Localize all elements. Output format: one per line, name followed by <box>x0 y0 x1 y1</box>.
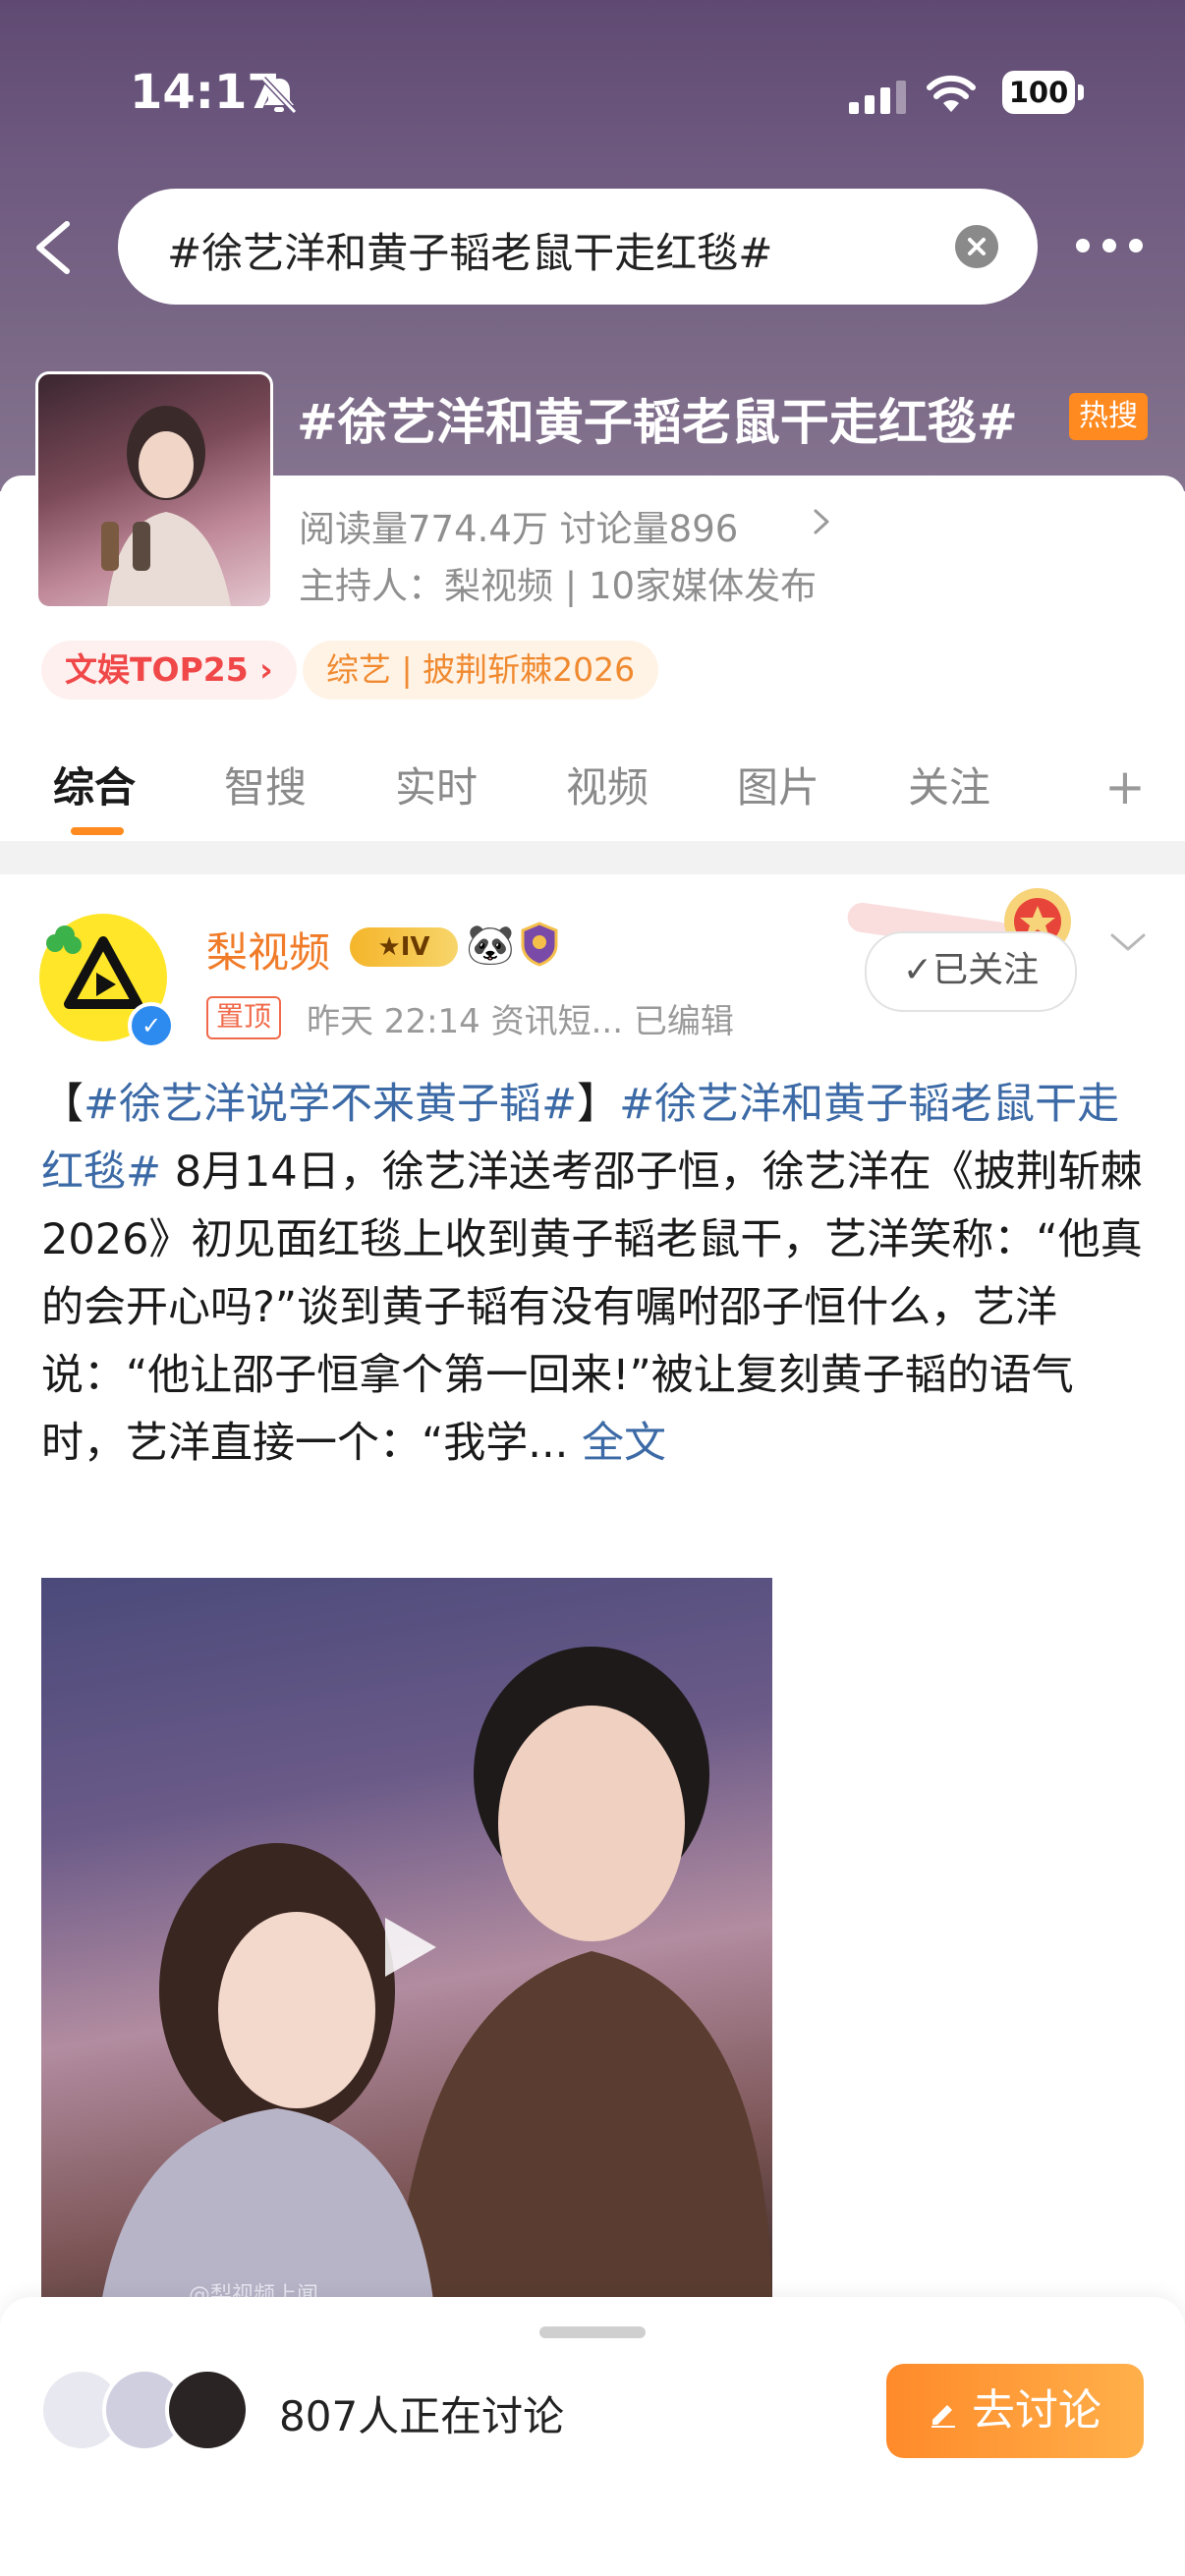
search-input[interactable]: #徐艺洋和黄子韬老鼠干走红毯# <box>167 220 772 280</box>
status-bar: 14:17 100 <box>0 61 1185 130</box>
topic-host: 主持人：梨视频 | 10家媒体发布 <box>299 565 818 607</box>
go-discuss-button[interactable]: 去讨论 <box>886 2364 1144 2458</box>
tab-following[interactable]: 关注 <box>908 755 990 814</box>
battery-nub <box>1078 84 1084 100</box>
active-tab-indicator <box>71 827 124 835</box>
clear-search-icon[interactable] <box>955 225 998 268</box>
battery-indicator: 100 <box>1002 71 1075 114</box>
chevron-down-icon[interactable] <box>1108 929 1148 955</box>
category-tag[interactable]: 综艺 | 披荆斩棘2026 <box>303 641 659 700</box>
chevron-right-icon[interactable] <box>810 505 833 538</box>
wifi-icon <box>927 75 976 112</box>
bracket-open: 【 <box>41 1080 84 1129</box>
pencil-icon <box>931 2405 955 2428</box>
more-options-icon[interactable] <box>1075 236 1144 255</box>
level-badge: ★IV <box>350 927 458 967</box>
go-discuss-label[interactable]: 去讨论 <box>972 2385 1101 2436</box>
post-meta: 昨天 22:14 资讯短... 已编辑 <box>307 1002 734 1041</box>
tab-images[interactable]: 图片 <box>737 755 819 814</box>
tab-smart-search[interactable]: 智搜 <box>224 755 307 814</box>
add-tab-icon[interactable]: + <box>1104 758 1146 815</box>
following-button[interactable]: ✓已关注 <box>865 931 1077 1012</box>
post-text: 【#徐艺洋说学不来黄子韬#】#徐艺洋和黄子韬老鼠干走红毯# 8月14日，徐艺洋送… <box>41 1071 1150 1478</box>
shield-badge-icon <box>521 922 558 967</box>
bottom-discussion-bar: 807人正在讨论 去讨论 <box>0 2297 1185 2576</box>
bracket-close: 】 <box>577 1080 620 1129</box>
mute-bell-icon <box>260 76 298 115</box>
video-player[interactable]: @梨视频上闻 <box>41 1578 772 2309</box>
level-text: IV <box>400 932 430 962</box>
hashtag-link[interactable]: #徐艺洋说学不来黄子韬# <box>84 1080 577 1129</box>
participant-avatar <box>165 2368 250 2452</box>
search-bar[interactable]: #徐艺洋和黄子韬老鼠干走红毯# <box>118 189 1038 305</box>
full-text-link[interactable]: 全文 <box>582 1419 666 1468</box>
topic-thumbnail[interactable] <box>35 371 273 609</box>
author-name[interactable]: 梨视频 <box>206 920 330 980</box>
cellular-signal-icon <box>849 81 906 114</box>
pinned-label: 置顶 <box>206 996 282 1039</box>
verified-badge-icon: ✓ <box>128 1002 175 1049</box>
play-icon[interactable] <box>371 1912 442 1983</box>
panda-icon: 🐼 <box>466 923 515 968</box>
tab-realtime[interactable]: 实时 <box>395 755 478 814</box>
drag-handle[interactable] <box>539 2326 646 2338</box>
hot-search-badge: 热搜 <box>1069 393 1148 440</box>
back-arrow-icon[interactable] <box>29 218 75 277</box>
tab-video[interactable]: 视频 <box>566 755 649 814</box>
tab-comprehensive[interactable]: 综合 <box>53 755 136 814</box>
entertainment-rank-tag[interactable]: 文娱TOP25 › <box>41 641 297 700</box>
tab-bar: 综合 智搜 实时 视频 图片 关注 + <box>0 739 1185 841</box>
topic-title: #徐艺洋和黄子韬老鼠干走红毯# <box>297 394 1018 451</box>
section-divider <box>0 841 1185 874</box>
discussing-count: 807人正在讨论 <box>279 2392 565 2440</box>
topic-stats[interactable]: 阅读量774.4万 讨论量896 <box>299 499 738 552</box>
